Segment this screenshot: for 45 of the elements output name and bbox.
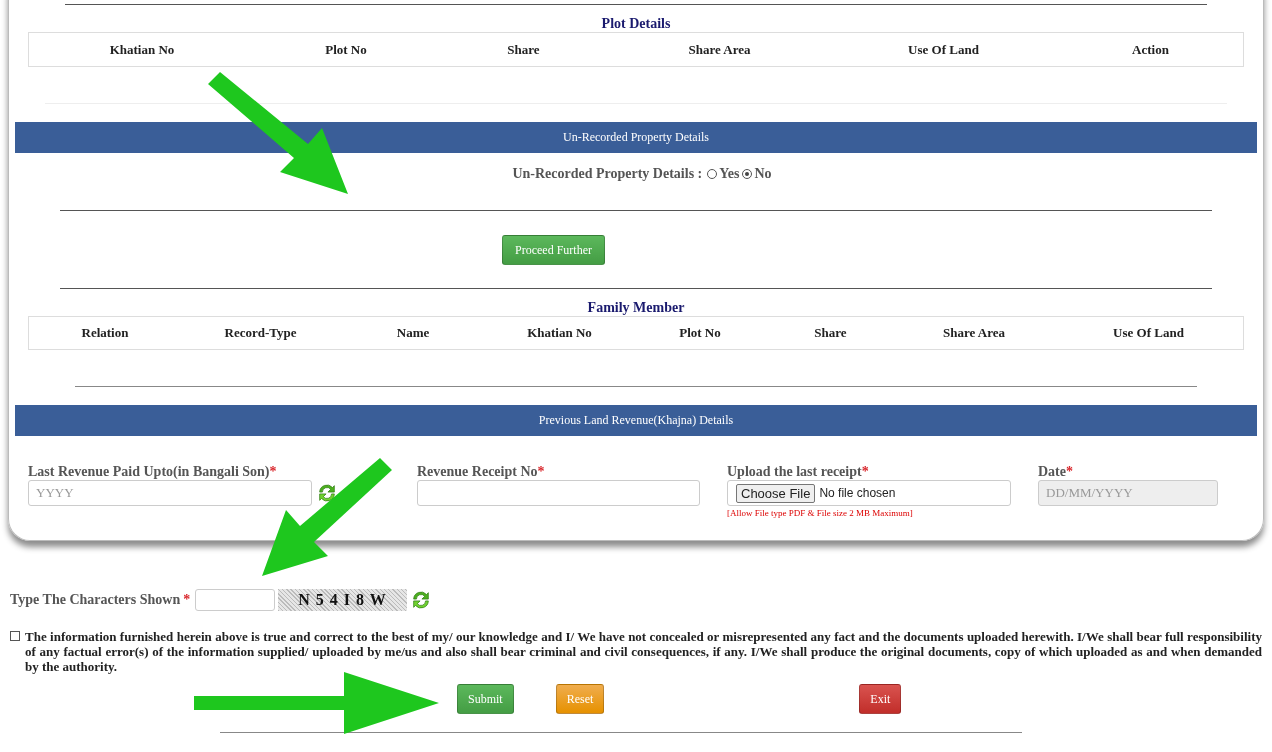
input-field[interactable] [417,480,700,506]
column-header: Share [813,325,848,341]
input-field[interactable]: YYYY [28,480,312,506]
required-mark: * [861,464,869,479]
column-header: Relation [80,325,130,341]
file-input[interactable]: Choose File No file chosen [727,480,1011,506]
field-label: Last Revenue Paid Upto(in Bangali Son) [28,464,270,479]
required-mark: * [1066,464,1073,479]
captcha-image: N 5 4 I 8 W [278,589,407,611]
column-header: Plot No [678,325,722,341]
section-banner: Un-Recorded Property Details [15,122,1257,153]
column-header: Share [506,41,541,58]
captcha-field[interactable] [195,589,276,611]
field-label: Revenue Receipt No [417,464,538,479]
declaration-text: The information furnished herein above is true and correct to the best of my/ our knowledge and I/ We have not concealed or misrepresented any fact and the documents uploaded herewith. I/We shall bear full responsibility of any factual error(s) of the information supplied/ uploaded by me/us and also shall bear criminal and civil consequences, if any. I/We shall produce the original documents, copy of which uploaded as and when demanded by the authority. [25,629,1262,674]
column-header: Record-Type [223,325,298,341]
file-status: No file chosen [819,486,896,500]
column-header: Khatian No [526,325,593,341]
required-mark: * [183,592,191,608]
field-label: Date [1038,464,1066,479]
upload-note: [Allow File type PDF & File size 2 MB Maximum] [727,508,914,518]
section-title: Family Member [586,300,686,316]
field-label: Upload the last receipt [727,464,862,479]
radio-label: No [754,166,772,182]
column-header: Use Of Land [1112,325,1185,341]
column-header: Name [395,325,431,341]
field-label: Un-Recorded Property Details : [512,166,703,182]
column-header: Share Area [942,325,1006,341]
section-title: Plot Details [600,16,672,32]
submit-button[interactable]: Submit [457,684,514,714]
column-header: Khatian No [108,41,176,58]
choose-file-button[interactable]: Choose File [736,483,816,503]
required-mark: * [537,464,545,479]
checkbox[interactable] [10,631,20,641]
column-header: Use Of Land [907,41,980,58]
required-mark: * [269,464,277,479]
column-header: Share Area [687,41,752,58]
proceed-button[interactable]: Proceed Further [502,235,605,265]
field-label: Type The Characters Shown [10,592,181,608]
radio-label: Yes [719,166,740,182]
section-banner: Previous Land Revenue(Khajna) Details [15,405,1257,436]
refresh-icon[interactable] [316,482,338,504]
exit-button[interactable]: Exit [859,684,902,714]
column-header: Plot No [324,41,368,58]
column-header: Action [1131,41,1170,58]
